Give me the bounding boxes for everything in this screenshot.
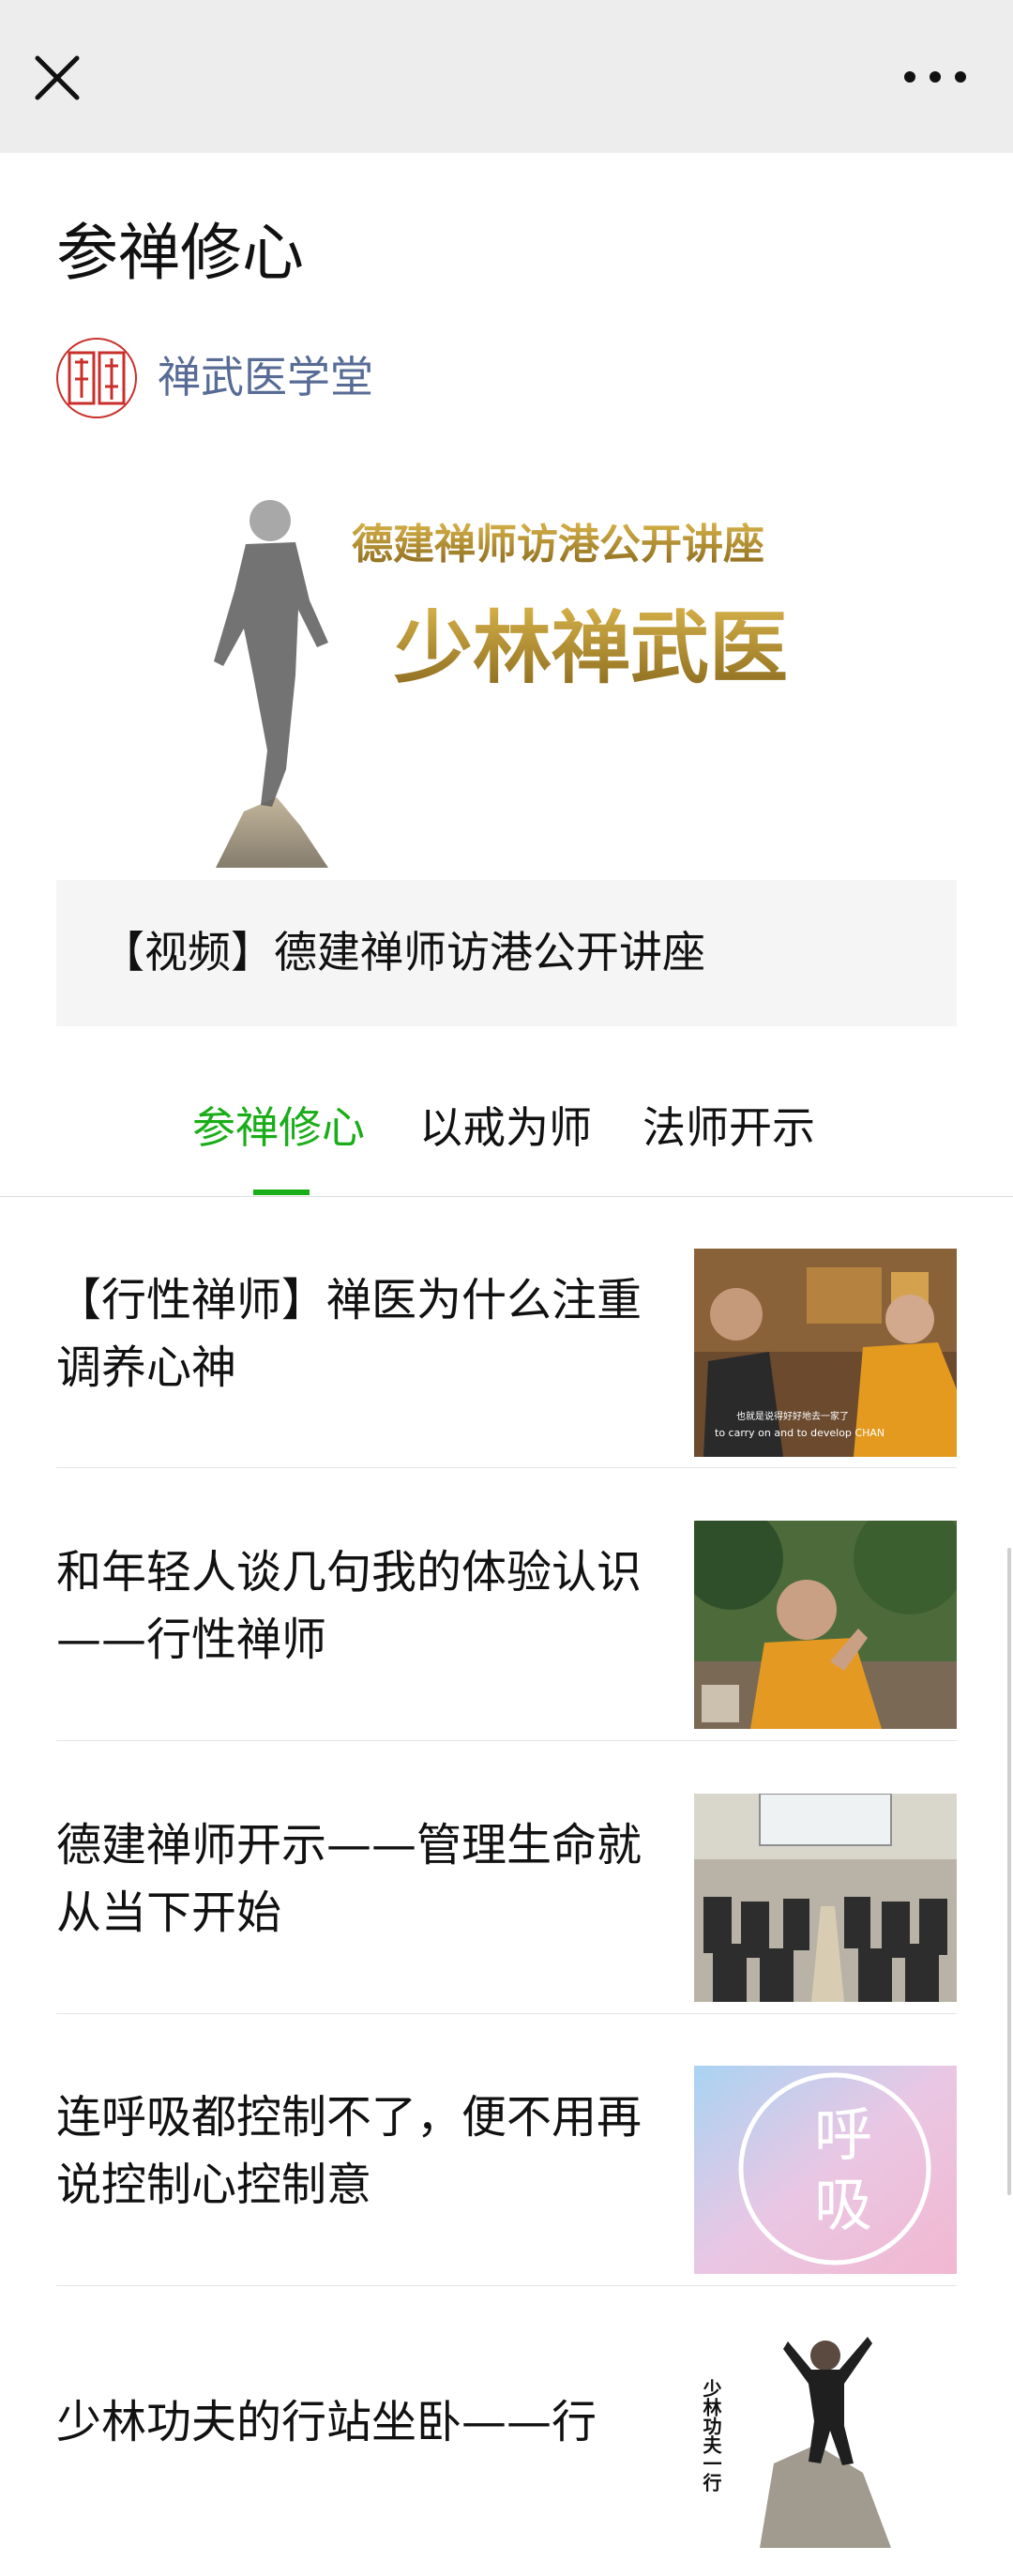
list-item[interactable]: 连呼吸都控制不了，便不用再说控制心控制意 呼 吸 <box>56 2032 957 2304</box>
article-thumbnail[interactable] <box>694 1521 957 1729</box>
article-title[interactable]: 连呼吸都控制不了，便不用再说控制心控制意 <box>56 2084 675 2219</box>
article-divider <box>56 2285 957 2286</box>
list-item[interactable]: 少林功夫的行站坐卧——行 少林功夫一行 <box>56 2304 957 2576</box>
article-divider <box>56 1467 957 1468</box>
article-thumbnail[interactable]: 呼 吸 <box>694 2066 957 2274</box>
svg-text:呼: 呼 <box>814 2100 872 2169</box>
article-title[interactable]: 德建禅师开示——管理生命就从当下开始 <box>56 1811 675 1947</box>
tab-yijie-weishi[interactable]: 以戒为师 <box>419 1098 592 1158</box>
article-title[interactable]: 和年轻人谈几句我的体验认识——行性禅师 <box>56 1538 675 1674</box>
list-item[interactable]: 和年轻人谈几句我的体验认识——行性禅师 <box>56 1487 957 1759</box>
list-item[interactable]: 德建禅师开示——管理生命就从当下开始 <box>56 1760 957 2032</box>
banner-line2: 少林禅武医 <box>394 601 788 694</box>
banner-line1: 德建禅师访港公开讲座 <box>352 521 764 568</box>
article-divider <box>56 2013 957 2014</box>
article-thumbnail[interactable]: 少林功夫一行 <box>694 2313 957 2548</box>
article-divider <box>56 1740 957 1741</box>
tab-bar: 参禅修心 以戒为师 法师开示 <box>0 1069 1013 1197</box>
list-item[interactable]: 【行性禅师】禅医为什么注重调养心神 也就是说得好好地去一家了 to carry … <box>56 1215 957 1487</box>
tab-canchan-xiuxin[interactable]: 参禅修心 <box>192 1098 365 1158</box>
article-title[interactable]: 少林功夫的行站坐卧——行 <box>56 2388 675 2456</box>
page-title: 参禅修心 <box>56 217 304 289</box>
close-icon[interactable] <box>28 49 86 107</box>
svg-text:吸: 吸 <box>814 2171 872 2239</box>
author-name[interactable]: 禅武医学堂 <box>158 349 373 405</box>
scrollbar[interactable] <box>1007 1548 1011 2195</box>
banner-image: 德建禅师访港公开讲座 少林禅武医 <box>214 500 788 868</box>
more-dots-icon[interactable] <box>900 58 970 96</box>
article-thumbnail[interactable]: 也就是说得好好地去一家了 to carry on and to develop … <box>694 1249 957 1457</box>
svg-text:也就是说得好好地去一家了: 也就是说得好好地去一家了 <box>736 1410 849 1422</box>
author-avatar-seal-icon[interactable] <box>56 338 137 418</box>
svg-text:to carry on and to develop CHA: to carry on and to develop CHAN <box>715 1427 884 1439</box>
video-card[interactable]: 【视频】德建禅师访港公开讲座 <box>56 880 957 1026</box>
video-card-label[interactable]: 【视频】德建禅师访港公开讲座 <box>101 922 705 982</box>
active-tab-indicator <box>253 1190 310 1195</box>
tab-fashi-kaishi[interactable]: 法师开示 <box>643 1098 815 1158</box>
article-title[interactable]: 【行性禅师】禅医为什么注重调养心神 <box>56 1266 675 1402</box>
article-thumbnail[interactable] <box>694 1794 957 2002</box>
tabs-divider <box>0 1196 1013 1197</box>
top-nav-bar <box>0 0 1013 153</box>
svg-text:少林功夫一行: 少林功夫一行 <box>700 2379 722 2492</box>
